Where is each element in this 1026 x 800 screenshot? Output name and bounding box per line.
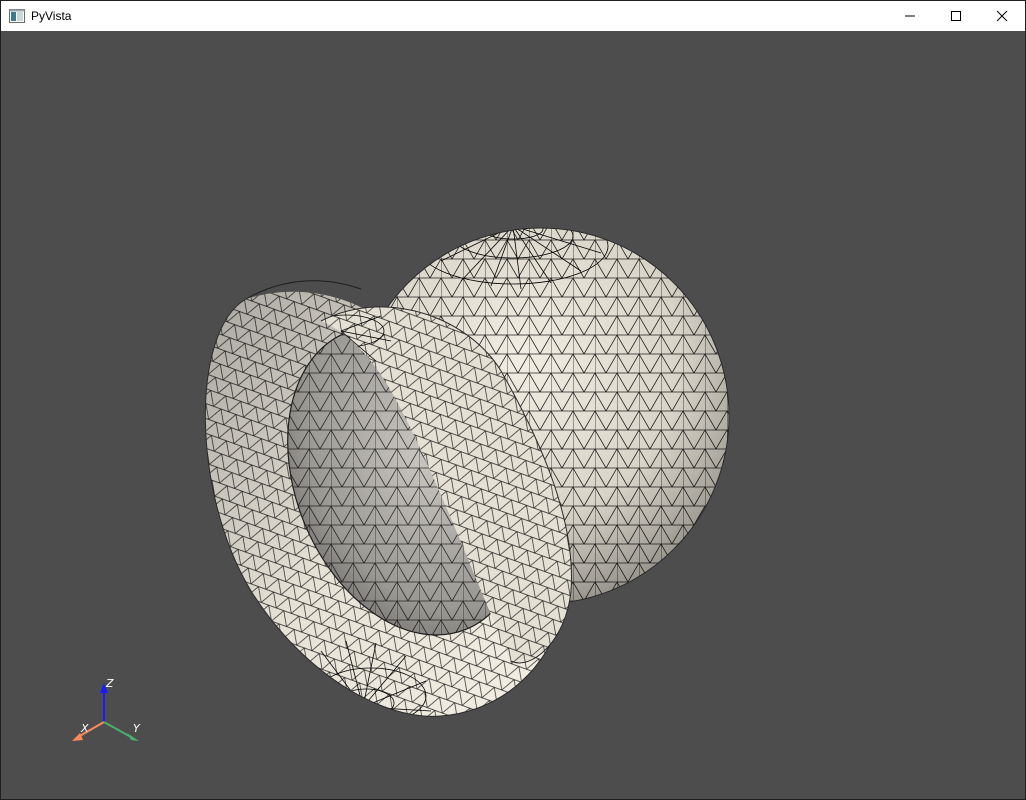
maximize-button[interactable] xyxy=(933,1,979,31)
window-title: PyVista xyxy=(31,9,72,23)
mesh-scene[interactable] xyxy=(1,31,1025,799)
minimize-button[interactable] xyxy=(887,1,933,31)
close-button[interactable] xyxy=(979,1,1025,31)
render-viewport[interactable]: Z X Y xyxy=(1,31,1025,799)
y-axis-line xyxy=(103,721,132,738)
z-axis-label: Z xyxy=(105,677,114,690)
orientation-axes: Z X Y xyxy=(72,677,141,741)
maximize-icon xyxy=(951,11,961,21)
window-controls xyxy=(887,1,1025,31)
y-axis-label: Y xyxy=(133,722,141,735)
minimize-icon xyxy=(905,15,915,17)
x-axis-label: X xyxy=(80,722,89,735)
close-icon xyxy=(996,10,1008,22)
app-icon xyxy=(9,9,25,23)
title-bar[interactable]: PyVista xyxy=(1,1,1025,31)
pyvista-window: PyVista Z X Y xyxy=(0,0,1026,800)
